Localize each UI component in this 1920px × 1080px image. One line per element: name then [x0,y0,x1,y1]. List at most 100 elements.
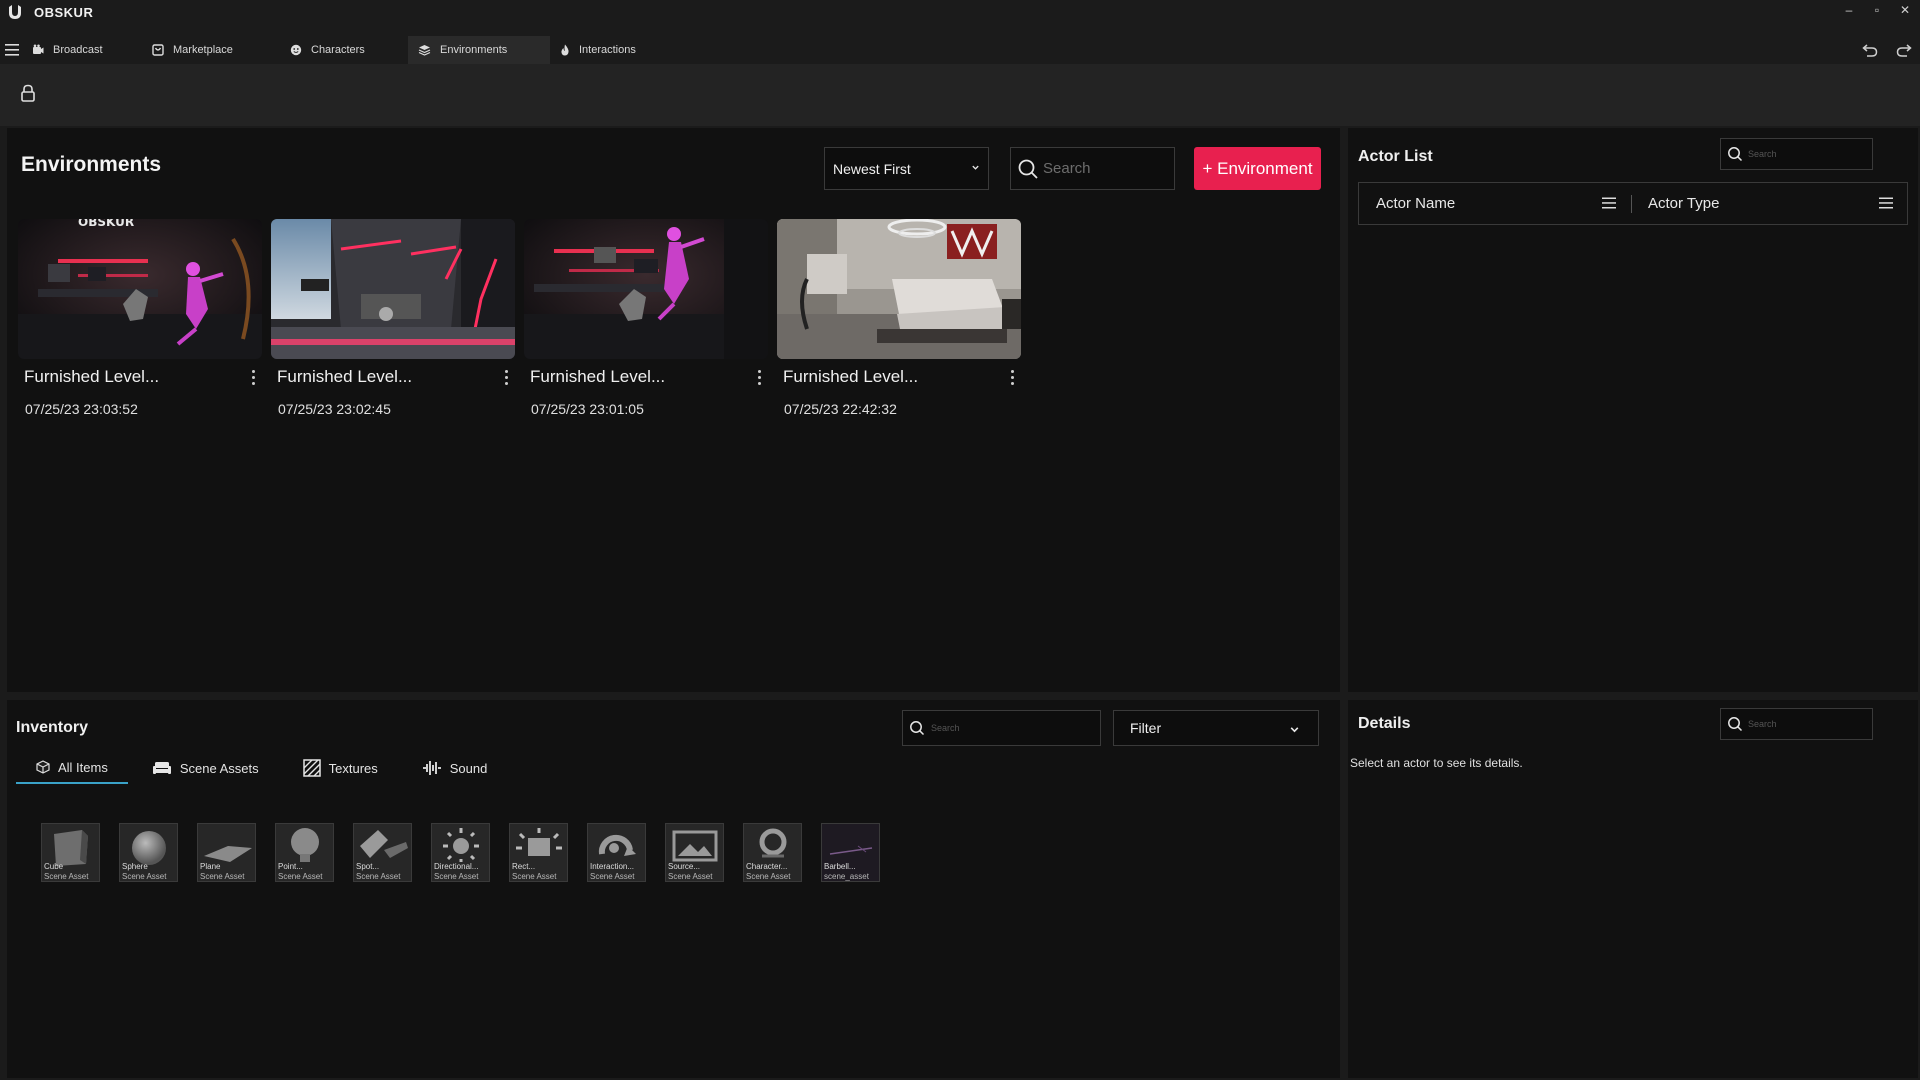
environment-card-name: Furnished Level... [24,367,160,386]
search-icon [1728,717,1743,732]
chevron-down-icon [1290,727,1299,733]
search-icon [910,721,925,736]
column-header-actor-type[interactable]: Actor Type [1632,182,1907,225]
more-options-icon[interactable] [501,366,511,388]
search-icon [1728,147,1743,162]
inventory-item-cube[interactable]: Cube Scene Asset [41,823,100,882]
details-title: Details [1358,715,1411,732]
search-icon [1018,159,1038,179]
close-button[interactable]: ✕ [1898,3,1912,17]
inventory-item-character[interactable]: Character... Scene Asset [743,823,802,882]
details-empty-message: Select an actor to see its details. [1350,756,1523,770]
environment-card-list: OBSKUR Furnished Level... 07/25/23 23:03… [18,219,1021,429]
waveform-icon [422,761,441,775]
search-placeholder: Search [1748,149,1777,159]
tab-interactions[interactable]: Interactions [550,36,670,64]
environment-card[interactable]: OBSKUR Furnished Level... 07/25/23 23:03… [18,219,262,429]
environment-card-date: 07/25/23 22:42:32 [784,401,897,417]
environment-card[interactable]: Furnished Level... 07/25/23 23:02:45 [271,219,515,429]
tab-label: Broadcast [53,44,103,56]
hamburger-menu-icon[interactable] [2,40,22,60]
environment-card-name: Furnished Level... [530,367,666,386]
search-placeholder: Search [1748,719,1777,729]
tab-characters[interactable]: Characters [280,36,408,64]
undo-icon[interactable] [1862,43,1878,57]
chevron-down-icon [972,165,979,170]
actor-search-input[interactable]: Search [1720,138,1873,170]
column-menu-icon[interactable] [1602,197,1616,209]
minimize-button[interactable]: – [1842,3,1856,17]
cube-icon [36,760,50,774]
inventory-item-point-light[interactable]: Point... Scene Asset [275,823,334,882]
tab-all-items[interactable]: All Items [16,752,128,784]
filter-dropdown[interactable]: Filter [1113,710,1319,746]
undo-redo-group [1862,36,1912,64]
texture-icon [302,759,321,777]
tab-broadcast[interactable]: Broadcast [22,36,142,64]
inventory-title: Inventory [16,719,89,736]
redo-icon[interactable] [1896,43,1912,57]
inventory-tabs: All Items Scene Assets Textures Sound [16,752,507,784]
environment-thumbnail[interactable] [524,219,768,359]
environment-card-date: 07/25/23 23:01:05 [531,401,644,417]
tab-label: Interactions [579,44,636,56]
tab-environments[interactable]: Environments [408,36,550,64]
inventory-item-barbell[interactable]: Barbell... scene_asset [821,823,880,882]
actor-table-header: Actor Name Actor Type [1358,182,1908,225]
broadcast-icon [33,44,44,54]
environment-card-name: Furnished Level... [783,367,919,386]
filter-value: Filter [1130,720,1162,736]
inventory-item-sphere[interactable]: Sphere Scene Asset [119,823,178,882]
tab-label: Marketplace [173,44,233,56]
tab-marketplace[interactable]: Marketplace [142,36,280,64]
details-search-input[interactable]: Search [1720,708,1873,740]
environment-thumbnail[interactable] [271,219,515,359]
tab-label: Characters [311,44,365,56]
title-bar: OBSKUR – ▫ ✕ [0,0,1920,24]
inventory-item-spot-light[interactable]: Spot... Scene Asset [353,823,412,882]
thumbnail-logo-text: OBSKUR [78,219,134,229]
actor-list-title: Actor List [1358,148,1433,165]
details-panel: Details Search Select an actor to see it… [1348,700,1918,1078]
column-menu-icon[interactable] [1879,197,1893,209]
main-tab-bar: Broadcast Marketplace Characters Environ… [0,36,1920,64]
toolbar [0,64,1920,126]
marketplace-icon [152,44,164,56]
environment-card[interactable]: Furnished Level... 07/25/23 23:01:05 [524,219,768,429]
maximize-button[interactable]: ▫ [1870,3,1884,17]
column-header-actor-name[interactable]: Actor Name [1359,182,1631,225]
search-placeholder: Search [931,723,960,733]
environments-icon [418,45,431,56]
tab-sound[interactable]: Sound [402,752,508,784]
environment-card-name: Furnished Level... [277,367,413,386]
lock-icon[interactable] [20,84,36,107]
inventory-search-input[interactable]: Search [902,710,1101,746]
inventory-panel: Inventory Search Filter All Items Scene … [7,700,1340,1078]
environment-thumbnail[interactable] [777,219,1021,359]
more-options-icon[interactable] [754,366,764,388]
inventory-item-directional-light[interactable]: Directional... Scene Asset [431,823,490,882]
app-title: OBSKUR [34,4,94,20]
environment-thumbnail[interactable]: OBSKUR [18,219,262,359]
interactions-icon [561,44,569,56]
inventory-item-rect-light[interactable]: Rect... Scene Asset [509,823,568,882]
environment-search-input[interactable]: Search [1010,147,1175,190]
obskur-logo-icon [4,3,26,21]
actor-list-panel: Actor List Search Actor Name Actor Type [1348,128,1918,692]
tab-scene-assets[interactable]: Scene Assets [132,752,279,784]
more-options-icon[interactable] [248,366,258,388]
sofa-icon [152,762,171,774]
environment-card-date: 07/25/23 23:03:52 [25,401,138,417]
more-options-icon[interactable] [1007,366,1017,388]
inventory-item-plane[interactable]: Plane Scene Asset [197,823,256,882]
inventory-item-interaction[interactable]: Interaction... Scene Asset [587,823,646,882]
tab-textures[interactable]: Textures [283,752,398,784]
inventory-item-grid: Cube Scene Asset Sphere Scene Asset Plan… [41,823,880,882]
environment-card[interactable]: Furnished Level... 07/25/23 22:42:32 [777,219,1021,429]
tab-label: Environments [440,44,508,56]
characters-icon [290,44,302,56]
sort-dropdown[interactable]: Newest First [824,147,989,190]
inventory-item-source[interactable]: Source... Scene Asset [665,823,724,882]
environments-title: Environments [21,153,162,176]
add-environment-button[interactable]: + Environment [1194,147,1321,190]
